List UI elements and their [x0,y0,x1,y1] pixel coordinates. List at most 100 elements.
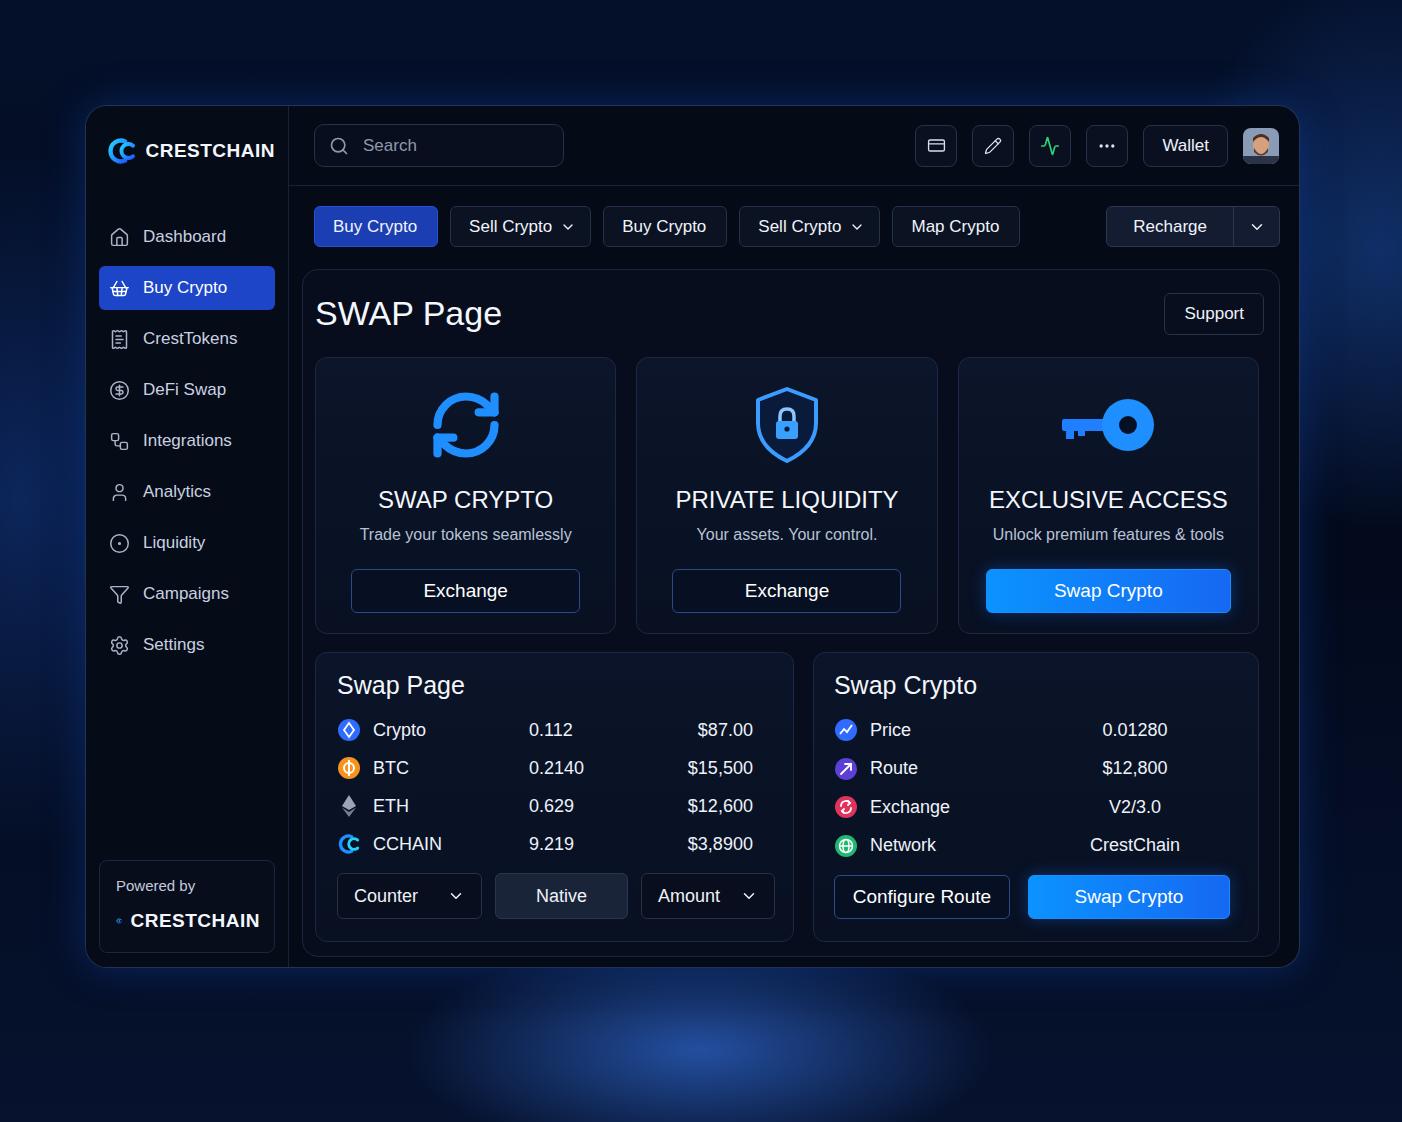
powered-by: Powered by CRESTCHAIN [99,860,275,953]
feature-card: PRIVATE LIQUIDITYYour assets. Your contr… [636,357,937,634]
holding-row[interactable]: Crypto0.112$87.00 [337,711,775,749]
avatar-icon[interactable] [1243,128,1279,164]
dropdown-button[interactable]: Amount [641,873,775,919]
btc-icon [337,756,361,780]
dropdown-button[interactable]: Counter [337,873,482,919]
brand-name: CRESTCHAIN [145,140,275,162]
wallet-button[interactable]: Wallet [1143,125,1228,167]
holdings-controls: Counter Native Amount [337,873,775,919]
tab-bar: Buy Crypto Sell Crypto Buy Crypto Sell Cryp… [302,206,1280,247]
recharge-menu-button[interactable] [1233,207,1279,246]
swap-panel: SWAP PageSupportSWAP CRYPTOTrade your to… [302,269,1280,957]
activity-button[interactable] [1029,125,1071,167]
crestchain-logo-icon [106,134,137,168]
search-field[interactable] [314,124,564,167]
topbar: Wallet [289,106,1299,186]
token-amount: 0.2140 [529,758,676,779]
activity-icon [1040,136,1060,156]
sidebar: CRESTCHAIN Dashboard Buy Crypto CrestTokens… [86,106,289,967]
detail-row: Price0.01280 [834,711,1238,750]
content: Buy Crypto Sell Crypto Buy Crypto Sell Cryp… [289,186,1299,967]
detail-value: 0.01280 [1073,720,1197,741]
edit-button[interactable] [972,125,1014,167]
sidebar-item[interactable]: Liquidity [99,521,275,565]
detail-label: Network [870,835,1061,856]
exchange-icon [834,795,858,819]
token-name: CCHAIN [373,834,517,855]
price-chart-icon [834,718,858,742]
swap-button[interactable]: Swap Crypto [1028,875,1230,919]
sidebar-item[interactable]: DeFi Swap [99,368,275,412]
sidebar-item[interactable]: Settings [99,623,275,667]
search-input[interactable] [361,135,549,157]
crypto-icon [337,718,361,742]
receipt-icon [109,329,130,350]
tab[interactable]: Sell Crypto [450,206,591,247]
sidebar-item[interactable]: CrestTokens [99,317,275,361]
coin-icon [109,380,130,401]
card-title: Swap Page [337,669,775,701]
token-name: Crypto [373,720,517,741]
cchain-icon [337,832,361,856]
more-button[interactable] [1086,125,1128,167]
configure-route-button[interactable]: Configure Route [834,875,1010,919]
tab[interactable]: Map Crypto [892,206,1020,247]
app-window: CRESTCHAIN Dashboard Buy Crypto CrestTokens… [85,105,1300,968]
feature-button[interactable]: Swap Crypto [986,569,1231,613]
tab[interactable]: Buy Crypto [603,206,727,247]
brand-logo[interactable]: CRESTCHAIN [99,134,275,168]
sidebar-item[interactable]: Buy Crypto [99,266,275,310]
powered-by-caption: Powered by [116,877,260,894]
feature-card: EXCLUSIVE ACCESSUnlock premium features … [958,357,1259,634]
detail-row: Network CrestChain [834,827,1238,866]
token-amount: 9.219 [529,834,676,855]
sidebar-item[interactable]: Analytics [99,470,275,514]
holding-row[interactable]: CCHAIN9.219$3,8900 [337,825,775,863]
feature-subtitle: Trade your tokens seamlessly [360,524,572,546]
detail-row: Route$12,800 [834,750,1238,789]
feature-subtitle: Unlock premium features & tools [993,524,1224,546]
toggle-button[interactable]: Native [495,873,628,919]
detail-label: Exchange [870,797,1061,818]
chevron-down-icon [1248,218,1266,236]
sidebar-nav: Dashboard Buy Crypto CrestTokens DeFi Swap I… [99,215,275,667]
gear-icon [109,635,130,656]
shield-lock-icon [752,385,822,465]
recharge-button[interactable]: Recharge [1107,207,1233,246]
house-icon [109,227,130,248]
feature-button[interactable]: Exchange [672,569,901,613]
tab[interactable]: Buy Crypto [314,206,438,247]
feature-button[interactable]: Exchange [351,569,580,613]
card-button[interactable] [915,125,957,167]
feature-card: SWAP CRYPTOTrade your tokens seamlesslyE… [315,357,616,634]
detail-actions: Configure Route Swap Crypto [834,875,1238,919]
network-globe-icon [834,834,858,858]
detail-value: $12,800 [1073,758,1197,779]
feature-icon-box [1058,388,1158,462]
token-amount: 0.112 [529,720,686,741]
sidebar-item[interactable]: Campaigns [99,572,275,616]
footer-brand-name: CRESTCHAIN [130,910,260,932]
search-icon [329,136,349,156]
card-title: Swap Crypto [834,669,1238,701]
funnel-icon [109,584,130,605]
feature-icon-box [752,388,822,462]
holding-row[interactable]: BTC 0.2140 $15,500 [337,749,775,787]
panel-header: SWAP PageSupport [315,270,1259,357]
sidebar-item[interactable]: Integrations [99,419,275,463]
sidebar-item[interactable]: Dashboard [99,215,275,259]
eth-icon [337,794,361,818]
token-name: BTC [373,758,517,779]
feature-title: PRIVATE LIQUIDITY [675,485,898,515]
token-value: $15,500 [688,758,753,779]
swap-icon [428,387,504,463]
tab[interactable]: Sell Crypto [739,206,880,247]
token-value: $12,600 [688,796,753,817]
support-button[interactable]: Support [1164,293,1264,335]
token-name: ETH [373,796,517,817]
holding-row[interactable]: ETH0.629$12,600 [337,787,775,825]
detail-value: CrestChain [1073,835,1197,856]
ellipsis-icon [1097,136,1117,156]
circle-dot-icon [109,533,130,554]
basket-icon [109,278,130,299]
